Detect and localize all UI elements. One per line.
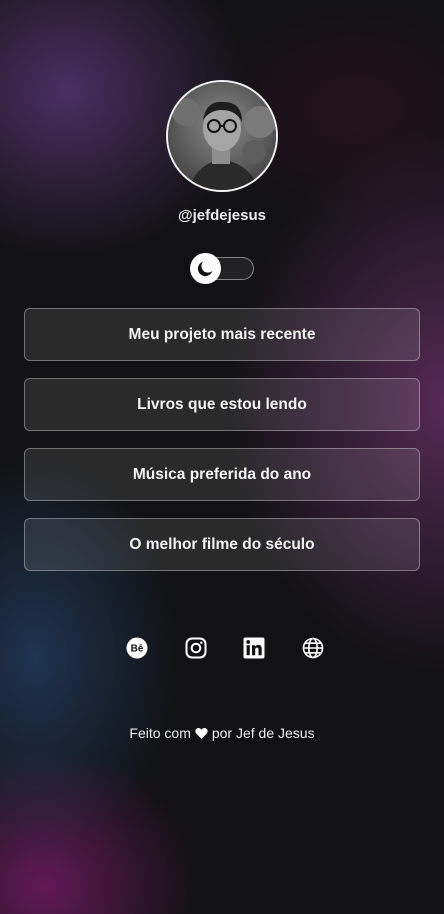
footer: Feito com por Jef de Jesus	[0, 725, 444, 741]
social-links: Bē	[125, 636, 325, 660]
username: @jefdejesus	[178, 207, 266, 224]
globe-icon[interactable]	[301, 636, 325, 660]
instagram-icon[interactable]	[184, 636, 208, 660]
link-list: Meu projeto mais recente Livros que esto…	[24, 308, 420, 588]
footer-prefix: Feito com	[129, 725, 191, 741]
footer-suffix: por Jef de Jesus	[211, 725, 315, 741]
svg-text:Bē: Bē	[131, 644, 144, 655]
avatar	[166, 80, 278, 192]
moon-icon	[197, 261, 213, 277]
toggle-knob	[190, 253, 221, 284]
theme-toggle[interactable]	[190, 253, 254, 284]
linkedin-icon[interactable]	[242, 636, 266, 660]
behance-icon[interactable]: Bē	[125, 636, 149, 660]
link-button-song[interactable]: Música preferida do ano	[24, 448, 420, 501]
heart-icon	[195, 727, 208, 739]
link-button-books[interactable]: Livros que estou lendo	[24, 378, 420, 431]
link-button-latest-project[interactable]: Meu projeto mais recente	[24, 308, 420, 361]
link-button-movie[interactable]: O melhor filme do século	[24, 518, 420, 571]
